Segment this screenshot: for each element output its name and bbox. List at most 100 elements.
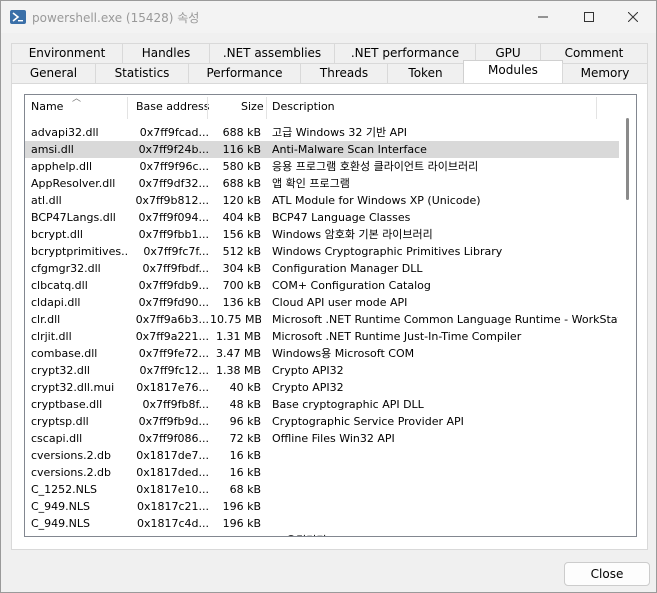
module-description: Configuration Manager DLL <box>272 262 423 275</box>
module-row[interactable]: clbcatq.dll 0x7ff9fdb9... 700 kB COM+ Confi… <box>25 277 619 294</box>
module-base-address: 0x7ff9a221... <box>135 330 209 343</box>
module-row[interactable]: atl.dll 0x7ff9b812... 120 kB ATL Module for… <box>25 192 619 209</box>
module-row[interactable]: amsi.dll 0x7ff9f24b... 116 kB Anti-Malware … <box>25 141 619 158</box>
module-base-address: 0x7ff9f094... <box>138 211 209 224</box>
column-divider[interactable] <box>207 97 208 119</box>
tab-net-performance[interactable]: .NET performance <box>334 43 476 63</box>
module-base-address: 0x7ff9df32... <box>138 177 209 190</box>
module-row[interactable]: cversions.2.db 0x1817ded... 16 kB <box>25 464 619 481</box>
module-name: AppResolver.dll <box>31 177 116 190</box>
module-row[interactable]: cldapi.dll 0x7ff9fd90... 136 kB Cloud API u… <box>25 294 619 311</box>
module-base-address: 0x7ff9fb9d... <box>138 415 209 428</box>
module-base-address: 0x1817de7... <box>136 449 209 462</box>
close-icon <box>628 12 638 22</box>
module-row[interactable]: C_1252.NLS 0x1817e10... 68 kB <box>25 481 619 498</box>
tab-environment[interactable]: Environment <box>11 43 123 63</box>
module-row[interactable]: AppResolver.dll 0x7ff9df32... 688 kB 앱 확인 프… <box>25 175 619 192</box>
module-row[interactable]: ... 유틸리티 <box>25 532 619 536</box>
close-window-button[interactable] <box>610 1 656 33</box>
module-row[interactable]: advapi32.dll 0x7ff9fcad... 688 kB 고급 Window… <box>25 124 619 141</box>
module-base-address: 0x1817e10... <box>136 483 209 496</box>
module-row[interactable]: cscapi.dll 0x7ff9f086... 72 kB Offline File… <box>25 430 619 447</box>
module-description: 앱 확인 프로그램 <box>272 177 350 190</box>
column-name[interactable]: Name <box>31 95 63 119</box>
modules-panel: ︿ Name Base address Size Description adv… <box>11 83 648 550</box>
module-row[interactable]: cversions.2.db 0x1817de7... 16 kB <box>25 447 619 464</box>
module-row[interactable]: crypt32.dll 0x7ff9fc12... 1.38 MB Crypto AP… <box>25 362 619 379</box>
module-name: clrjit.dll <box>31 330 72 343</box>
module-base-address: 0x1817e76... <box>136 381 209 394</box>
module-row[interactable]: C_949.NLS 0x1817c4d... 196 kB <box>25 515 619 532</box>
module-name: cryptbase.dll <box>31 398 103 411</box>
module-row[interactable]: bcryptprimitives... 0x7ff9fc7f... 512 kB Wi… <box>25 243 619 260</box>
module-description: Offline Files Win32 API <box>272 432 395 445</box>
module-base-address: 0x7ff9fc7f... <box>143 245 209 258</box>
module-row[interactable]: C_949.NLS 0x1817c21... 196 kB <box>25 498 619 515</box>
column-description[interactable]: Description <box>272 95 335 119</box>
module-name: atl.dll <box>31 194 62 207</box>
module-base-address: 0x7ff9fdb9... <box>138 279 209 292</box>
column-divider[interactable] <box>127 97 128 119</box>
tab-net-assemblies[interactable]: .NET assemblies <box>209 43 335 63</box>
module-size <box>210 532 261 536</box>
properties-window: powershell.exe (15428) 속성 Environment Ha… <box>0 0 657 593</box>
maximize-icon <box>584 12 594 22</box>
tab-performance[interactable]: Performance <box>188 63 301 83</box>
powershell-icon <box>10 9 26 25</box>
module-name: C_1252.NLS <box>31 483 98 496</box>
modules-list[interactable]: ︿ Name Base address Size Description adv… <box>24 94 637 537</box>
tab-memory[interactable]: Memory <box>562 63 648 83</box>
module-name: clbcatq.dll <box>31 279 88 292</box>
module-name: crypt32.dll <box>31 364 90 377</box>
module-name <box>31 532 127 536</box>
module-description: Microsoft .NET Runtime Just-In-Time Comp… <box>272 330 522 343</box>
module-row[interactable]: apphelp.dll 0x7ff9f96c... 580 kB 응용 프로그램 호환… <box>25 158 619 175</box>
module-row[interactable]: BCP47Langs.dll 0x7ff9f094... 404 kB BCP47 L… <box>25 209 619 226</box>
tab-modules[interactable]: Modules <box>463 60 563 84</box>
maximize-button[interactable] <box>566 1 612 33</box>
column-size[interactable]: Size <box>241 95 264 119</box>
tab-threads[interactable]: Threads <box>300 63 388 83</box>
column-base-address[interactable]: Base address <box>136 95 210 119</box>
module-name: apphelp.dll <box>31 160 93 173</box>
module-row[interactable]: clrjit.dll 0x7ff9a221... 1.31 MB Microsoft … <box>25 328 619 345</box>
vertical-scrollbar[interactable] <box>620 95 636 536</box>
module-name: bcrypt.dll <box>31 228 83 241</box>
tab-token[interactable]: Token <box>387 63 464 83</box>
module-description: Windows 암호화 기본 라이브러리 <box>272 228 433 241</box>
column-divider[interactable] <box>596 97 597 119</box>
module-name: BCP47Langs.dll <box>31 211 116 224</box>
module-row[interactable]: bcrypt.dll 0x7ff9fbb1... 156 kB Windows 암호화… <box>25 226 619 243</box>
module-description: Crypto API32 <box>272 364 344 377</box>
module-base-address: 0x7ff9f24b... <box>138 143 209 156</box>
module-row[interactable]: crypt32.dll.mui 0x1817e76... 40 kB Crypto A… <box>25 379 619 396</box>
minimize-button[interactable] <box>520 1 566 33</box>
module-size: 16 kB <box>229 449 261 462</box>
title-bar: powershell.exe (15428) 속성 <box>1 1 656 33</box>
window-title: powershell.exe (15428) 속성 <box>32 11 200 25</box>
module-base-address: 0x7ff9a6b3... <box>135 313 209 326</box>
module-description: 고급 Windows 32 기반 API <box>272 126 407 139</box>
modules-rows: advapi32.dll 0x7ff9fcad... 688 kB 고급 Window… <box>25 124 619 536</box>
list-header: ︿ Name Base address Size Description <box>25 95 619 119</box>
module-row[interactable]: clr.dll 0x7ff9a6b3... 10.75 MB Microsoft .N… <box>25 311 619 328</box>
module-description <box>272 464 618 481</box>
module-row[interactable]: combase.dll 0x7ff9fe72... 3.47 MB Windows용 … <box>25 345 619 362</box>
module-row[interactable]: cryptbase.dll 0x7ff9fb8f... 48 kB Base cryp… <box>25 396 619 413</box>
module-base-address: 0x7ff9fcad... <box>139 126 209 139</box>
tab-general[interactable]: General <box>11 63 96 83</box>
module-size: 404 kB <box>222 211 261 224</box>
module-base-address: 0x1817c21... <box>136 500 209 513</box>
column-divider[interactable] <box>266 97 267 119</box>
module-name: cversions.2.db <box>31 449 112 462</box>
tab-handles[interactable]: Handles <box>122 43 210 63</box>
module-description <box>272 515 618 532</box>
scrollbar-thumb[interactable] <box>626 118 629 200</box>
module-size: 156 kB <box>222 228 261 241</box>
module-row[interactable]: cryptsp.dll 0x7ff9fb9d... 96 kB Cryptograph… <box>25 413 619 430</box>
module-row[interactable]: cfgmgr32.dll 0x7ff9fbdf... 304 kB Configura… <box>25 260 619 277</box>
tab-statistics[interactable]: Statistics <box>95 63 189 83</box>
module-description: BCP47 Language Classes <box>272 211 411 224</box>
close-button[interactable]: Close <box>564 562 650 586</box>
module-base-address: 0x7ff9fe72... <box>138 347 209 360</box>
